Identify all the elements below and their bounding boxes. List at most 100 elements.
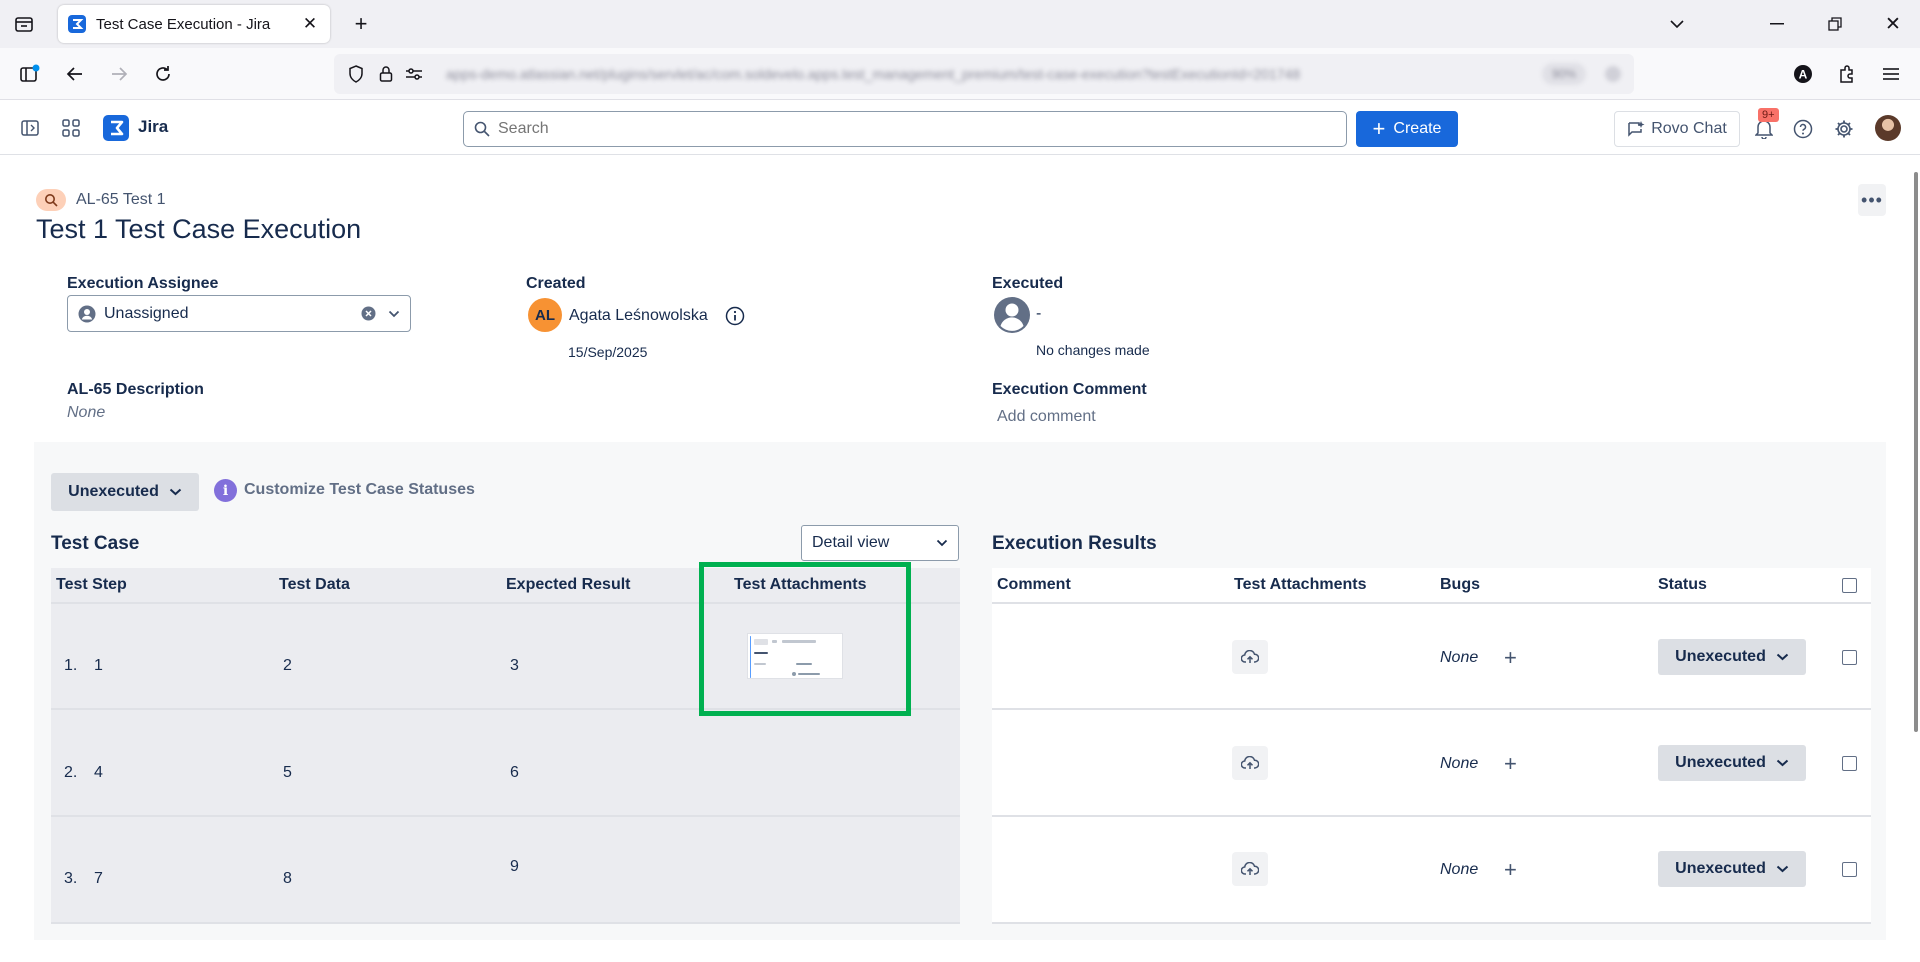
column-header: Expected Result [506, 576, 631, 593]
column-header: Comment [997, 576, 1071, 593]
assignee-select[interactable]: Unassigned [67, 295, 411, 332]
extensions-icon[interactable] [1834, 62, 1860, 86]
created-date: 15/Sep/2025 [568, 344, 648, 360]
jira-top-nav: Jira + Create Rovo Chat 9+ [0, 101, 1920, 155]
add-comment-field[interactable]: Add comment [997, 408, 1096, 426]
product-name[interactable]: Jira [138, 117, 168, 137]
new-tab-icon[interactable]: + [348, 11, 374, 36]
divider [992, 922, 1871, 924]
shield-icon[interactable] [344, 62, 368, 86]
create-button[interactable]: + Create [1356, 111, 1458, 147]
column-header: Test Step [56, 576, 127, 593]
expected-result-cell: 6 [510, 764, 519, 781]
step-number: 3. [64, 870, 78, 887]
rovo-chat-icon [1627, 120, 1645, 138]
divider [51, 815, 960, 817]
column-header: Test Attachments [1234, 576, 1367, 593]
divider [992, 815, 1871, 817]
chevron-down-icon [1776, 653, 1789, 661]
row-checkbox[interactable] [1842, 650, 1857, 665]
step-number: 1. [64, 657, 78, 674]
view-mode-select[interactable]: Detail view [801, 525, 959, 561]
reload-icon[interactable] [150, 62, 176, 86]
restore-window-icon[interactable] [1822, 12, 1848, 36]
divider [992, 602, 1871, 604]
site-permissions-icon[interactable] [402, 62, 426, 86]
execution-results-title: Execution Results [992, 533, 1157, 554]
test-step-cell: 1 [94, 657, 103, 674]
execution-results-table: Comment Test Attachments Bugs Status Non… [992, 568, 1871, 924]
info-icon[interactable] [725, 306, 745, 326]
search-icon [474, 121, 490, 137]
upload-attachment-button[interactable] [1232, 640, 1268, 674]
search-input[interactable] [498, 120, 1346, 138]
breadcrumb[interactable]: AL-65 Test 1 [76, 191, 166, 209]
create-label: Create [1393, 120, 1442, 137]
bookmark-star-icon[interactable] [1602, 63, 1624, 85]
upload-attachment-button[interactable] [1232, 746, 1268, 780]
lock-icon[interactable] [374, 62, 398, 86]
column-header: Status [1658, 576, 1707, 593]
step-status-dropdown[interactable]: Unexecuted [1658, 639, 1806, 675]
step-status-label: Unexecuted [1675, 860, 1766, 877]
url-bar[interactable]: apps-demo.atlassian.net/plugins/servlet/… [334, 54, 1634, 94]
account-icon[interactable]: A [1790, 62, 1816, 86]
user-avatar[interactable] [1875, 115, 1901, 141]
tab-list-icon[interactable] [12, 12, 36, 36]
close-window-icon[interactable]: ✕ [1880, 12, 1906, 36]
creator-name[interactable]: Agata Leśnowolska [569, 307, 708, 325]
add-bug-icon[interactable]: + [1504, 753, 1517, 775]
add-bug-icon[interactable]: + [1504, 647, 1517, 669]
step-status-label: Unexecuted [1675, 754, 1766, 771]
settings-gear-icon[interactable] [1832, 117, 1856, 141]
test-data-cell: 2 [283, 657, 292, 674]
step-status-dropdown[interactable]: Unexecuted [1658, 745, 1806, 781]
jira-favicon-icon [68, 15, 86, 33]
chevron-down-icon [936, 539, 948, 547]
more-dots-icon: ••• [1861, 189, 1883, 210]
search-box[interactable] [463, 111, 1347, 147]
select-all-checkbox[interactable] [1842, 578, 1857, 593]
info-icon: i [214, 479, 237, 502]
row-checkbox[interactable] [1842, 862, 1857, 877]
collapse-sidebar-icon[interactable] [18, 116, 42, 140]
help-icon[interactable] [1791, 117, 1815, 141]
url-text: apps-demo.atlassian.net/plugins/servlet/… [446, 66, 1301, 82]
app-switcher-icon[interactable] [59, 116, 83, 140]
column-header: Bugs [1440, 576, 1480, 593]
minimize-window-icon[interactable] [1764, 12, 1790, 36]
hamburger-menu-icon[interactable] [1878, 62, 1904, 86]
test-step-cell: 7 [94, 870, 103, 887]
more-actions-button[interactable]: ••• [1858, 184, 1886, 216]
step-status-label: Unexecuted [1675, 648, 1766, 665]
chevron-down-icon[interactable] [388, 310, 400, 318]
test-step-cell: 4 [94, 764, 103, 781]
test-issue-type-icon [36, 189, 66, 211]
step-status-dropdown[interactable]: Unexecuted [1658, 851, 1806, 887]
cloud-upload-icon [1241, 756, 1259, 770]
upload-attachment-button[interactable] [1232, 852, 1268, 886]
sidebar-toggle-icon[interactable] [16, 62, 42, 86]
test-data-cell: 8 [283, 870, 292, 887]
creator-avatar: AL [528, 298, 562, 332]
overall-status-dropdown[interactable]: Unexecuted [51, 473, 199, 511]
back-arrow-icon[interactable] [62, 62, 88, 86]
clear-selection-icon[interactable] [361, 306, 376, 321]
page-title: Test 1 Test Case Execution [36, 214, 362, 244]
rovo-chat-button[interactable]: Rovo Chat [1614, 111, 1740, 147]
description-value: None [67, 404, 106, 421]
browser-tab-active[interactable]: Test Case Execution - Jira ✕ [58, 5, 330, 43]
forward-arrow-icon[interactable] [106, 62, 132, 86]
divider [992, 708, 1871, 710]
jira-logo-icon[interactable] [103, 115, 129, 141]
customize-statuses-link[interactable]: Customize Test Case Statuses [244, 481, 475, 499]
plus-icon: + [1372, 116, 1386, 141]
zoom-level[interactable]: 90% [1542, 63, 1586, 85]
close-tab-icon[interactable]: ✕ [300, 14, 320, 34]
expected-result-cell: 9 [510, 858, 519, 875]
bugs-value: None [1440, 649, 1479, 666]
chevron-down-icon[interactable] [1664, 12, 1690, 36]
add-bug-icon[interactable]: + [1504, 859, 1517, 881]
page-scrollbar[interactable] [1914, 172, 1918, 732]
row-checkbox[interactable] [1842, 756, 1857, 771]
